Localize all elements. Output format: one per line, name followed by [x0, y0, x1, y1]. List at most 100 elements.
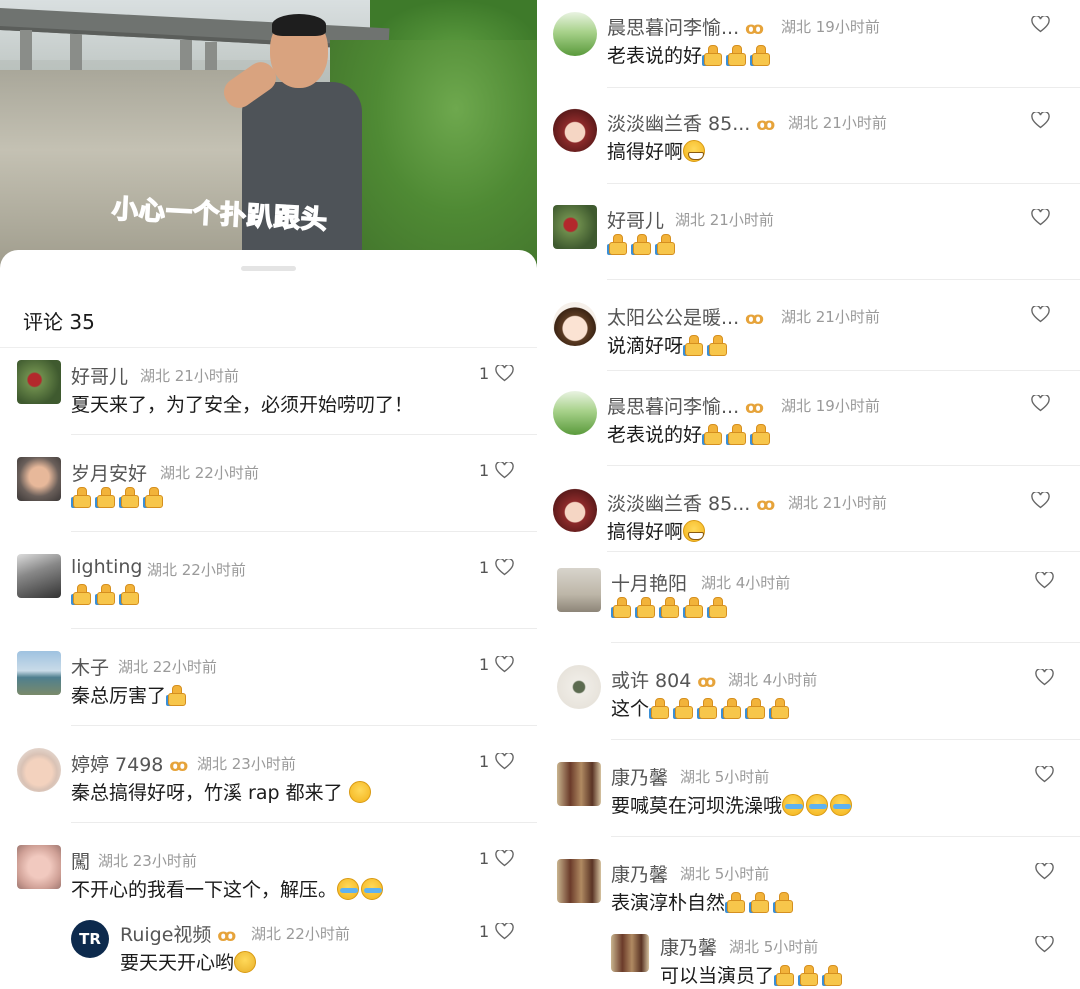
- thumbs-up-icon: [95, 487, 117, 508]
- video-man-hair: [272, 14, 326, 36]
- comment-author[interactable]: 好哥儿: [71, 362, 128, 389]
- heart-icon[interactable]: [495, 753, 514, 770]
- avatar[interactable]: [557, 762, 601, 806]
- bridge-pillar: [70, 34, 82, 74]
- divider: [607, 87, 1080, 88]
- comment-text: 老表说的好: [607, 420, 774, 447]
- divider: [71, 434, 537, 435]
- thumbs-up-icon: [707, 335, 729, 356]
- avatar[interactable]: [611, 934, 649, 972]
- video-preview[interactable]: 小心一个扑趴跟头: [0, 0, 537, 268]
- comment-text: 要喊莫在河坝洗澡哦: [611, 791, 854, 818]
- comment-text: 老表说的好: [607, 41, 774, 68]
- heart-icon[interactable]: [1035, 936, 1054, 953]
- comment-author[interactable]: 太阳公公是暖... ꝏ: [607, 303, 770, 330]
- comment-text-body: 表演淳朴自然: [611, 892, 726, 914]
- avatar[interactable]: [553, 205, 597, 249]
- comment-author[interactable]: 或许 804 ꝏ: [611, 666, 722, 693]
- verified-badge-icon: ꝏ: [697, 672, 717, 692]
- comment-author-name[interactable]: 淡淡幽兰香 85...: [607, 113, 750, 135]
- avatar[interactable]: [553, 108, 597, 152]
- heart-icon[interactable]: [495, 462, 514, 479]
- thumbs-up-icon: [607, 234, 629, 255]
- avatar[interactable]: [557, 568, 601, 612]
- comment-author-name[interactable]: 晨思暮问李愉...: [607, 17, 739, 39]
- divider: [71, 628, 537, 629]
- avatar[interactable]: [17, 651, 61, 695]
- comment-meta: 湖北 21小时前: [140, 367, 239, 385]
- comment-author[interactable]: 康乃馨: [611, 763, 668, 790]
- comment-emoji: [71, 487, 167, 509]
- thumbs-up-icon: [143, 487, 165, 508]
- heart-icon[interactable]: [1035, 863, 1054, 880]
- comment-author[interactable]: Ruige视频 ꝏ: [120, 920, 242, 947]
- heart-icon[interactable]: [1031, 492, 1050, 509]
- avatar[interactable]: [553, 488, 597, 532]
- divider: [607, 465, 1080, 466]
- thumbs-up-icon: [750, 45, 772, 66]
- divider: [607, 183, 1080, 184]
- comment-meta: 湖北 4小时前: [701, 574, 791, 592]
- avatar[interactable]: [557, 665, 601, 709]
- comment-author-name[interactable]: 淡淡幽兰香 85...: [607, 493, 750, 515]
- comment-author[interactable]: 淡淡幽兰香 85... ꝏ: [607, 489, 781, 516]
- heart-icon[interactable]: [495, 923, 514, 940]
- comment-author-name[interactable]: Ruige视频: [120, 924, 211, 946]
- heart-icon[interactable]: [1035, 572, 1054, 589]
- comment-author[interactable]: 晨思暮问李愉... ꝏ: [607, 392, 770, 419]
- thumbs-up-icon: [683, 335, 705, 356]
- avatar[interactable]: [557, 859, 601, 903]
- comment-author[interactable]: 闖: [71, 847, 90, 874]
- comment-author[interactable]: 康乃馨: [660, 933, 717, 960]
- thumbs-up-icon: [635, 597, 657, 618]
- comment-author[interactable]: 婷婷 7498 ꝏ: [71, 750, 194, 777]
- sheet-drag-handle[interactable]: [241, 266, 296, 271]
- avatar[interactable]: [17, 748, 61, 792]
- thumbs-up-icon: [769, 698, 791, 719]
- avatar[interactable]: TR: [71, 920, 109, 958]
- heart-icon[interactable]: [495, 850, 514, 867]
- comment-author[interactable]: 木子: [71, 653, 109, 680]
- thumbs-up-icon: [702, 45, 724, 66]
- avatar[interactable]: [553, 12, 597, 56]
- divider: [71, 531, 537, 532]
- comment-author[interactable]: lighting: [71, 556, 143, 578]
- verified-badge-icon: ꝏ: [745, 309, 764, 329]
- heart-icon[interactable]: [1035, 766, 1054, 783]
- avatar[interactable]: [17, 457, 61, 501]
- comment-author[interactable]: 十月艳阳: [611, 569, 687, 596]
- divider: [607, 279, 1080, 280]
- heart-icon[interactable]: [495, 365, 514, 382]
- avatar[interactable]: [17, 845, 61, 889]
- avatar[interactable]: [553, 391, 597, 435]
- heart-icon[interactable]: [1031, 395, 1050, 412]
- laugh-tears-icon: [361, 878, 384, 900]
- comment-author-name[interactable]: 晨思暮问李愉...: [607, 396, 739, 418]
- comment-author-name[interactable]: 婷婷 7498: [71, 754, 163, 776]
- heart-icon[interactable]: [495, 559, 514, 576]
- heart-icon[interactable]: [1031, 112, 1050, 129]
- laugh-tears-icon: [782, 794, 805, 816]
- comment-author-name[interactable]: 或许 804: [611, 670, 691, 692]
- thumbs-up-icon: [822, 965, 844, 986]
- comment-author-name[interactable]: 太阳公公是暖...: [607, 307, 739, 329]
- avatar[interactable]: [553, 302, 597, 346]
- comment-text: 要天天开心哟: [120, 948, 258, 975]
- comment-author[interactable]: 好哥儿: [607, 206, 664, 233]
- thumbs-up-icon: [697, 698, 719, 719]
- comment-author[interactable]: 岁月安好: [71, 459, 147, 486]
- heart-icon[interactable]: [1031, 16, 1050, 33]
- right-panel: 晨思暮问李愉... ꝏ 湖北 19小时前 老表说的好 淡淡幽兰香 85... ꝏ 湖…: [543, 0, 1080, 989]
- avatar[interactable]: [17, 360, 61, 404]
- comment-text: 表演淳朴自然: [611, 888, 797, 915]
- heart-icon[interactable]: [495, 656, 514, 673]
- comment-author[interactable]: 淡淡幽兰香 85... ꝏ: [607, 109, 781, 136]
- thumbs-up-icon: [774, 965, 796, 986]
- heart-icon[interactable]: [1031, 209, 1050, 226]
- comment-author[interactable]: 晨思暮问李愉... ꝏ: [607, 13, 770, 40]
- comment-author[interactable]: 康乃馨: [611, 860, 668, 887]
- heart-icon[interactable]: [1031, 306, 1050, 323]
- avatar[interactable]: [17, 554, 61, 598]
- heart-icon[interactable]: [1035, 669, 1054, 686]
- comment-text-body: 秦总搞得好呀，竹溪 rap 都来了: [71, 782, 343, 804]
